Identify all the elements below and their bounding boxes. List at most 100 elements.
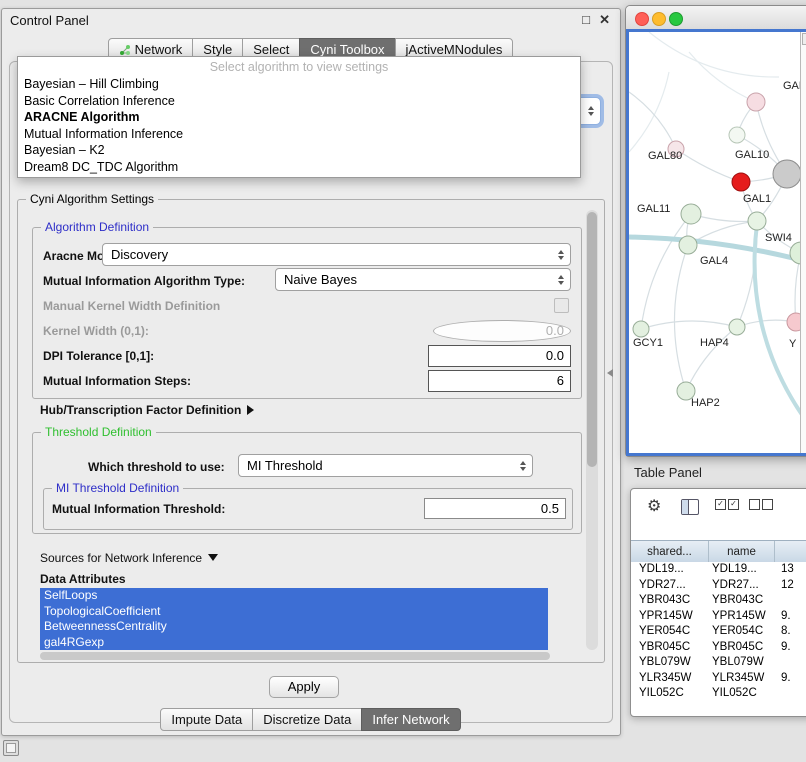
table-row[interactable]: YBR043CYBR043C <box>631 593 806 609</box>
column-header[interactable]: name <box>709 541 775 562</box>
which-threshold-label: Which threshold to use: <box>88 460 225 474</box>
table-row[interactable]: YLR345WYLR345W9. <box>631 671 806 687</box>
kernel-width-field[interactable]: 0.0 <box>433 320 571 342</box>
tab-impute-data[interactable]: Impute Data <box>160 708 253 731</box>
network-node[interactable] <box>729 127 745 143</box>
table-panel-title: Table Panel <box>634 465 702 480</box>
cyni-bottom-tabbar: Impute Data Discretize Data Infer Networ… <box>2 708 620 731</box>
network-node[interactable] <box>633 321 649 337</box>
which-threshold-value: MI Threshold <box>247 458 323 473</box>
table-cell: YBR043C <box>708 593 773 609</box>
float-window-icon[interactable]: □ <box>582 12 590 27</box>
table-cell: YIL052C <box>631 686 708 702</box>
attribute-item[interactable]: SelfLoops <box>40 588 548 604</box>
deselect-all-icon[interactable] <box>749 499 773 510</box>
algorithm-option[interactable]: Bayesian – K2 <box>18 142 580 159</box>
mi-steps-label: Mutual Information Steps: <box>43 374 191 388</box>
network-node[interactable] <box>681 204 701 224</box>
table-row[interactable]: YDR27...YDR27...12 <box>631 578 806 594</box>
network-node[interactable] <box>787 313 801 331</box>
table-row[interactable]: YBL079WYBL079W <box>631 655 806 671</box>
algorithm-option[interactable]: Bayesian – Hill Climbing <box>18 76 580 93</box>
mi-threshold-field[interactable]: 0.5 <box>424 498 566 519</box>
algorithm-option[interactable]: Dream8 DC_TDC Algorithm <box>18 159 580 176</box>
table-row[interactable]: YIL052CYIL052C <box>631 686 806 702</box>
combo-arrows-icon <box>588 106 594 116</box>
network-vertical-scrollbar[interactable] <box>800 32 806 453</box>
column-header[interactable]: shared... <box>631 541 709 562</box>
settings-vertical-scrollbar[interactable] <box>586 210 598 650</box>
table-row[interactable]: YBR045CYBR045C9. <box>631 640 806 656</box>
splitter-arrow[interactable] <box>607 369 613 377</box>
network-edge <box>641 321 737 329</box>
algorithm-dropdown-popup: Select algorithm to view settings Bayesi… <box>17 56 581 178</box>
network-node[interactable] <box>729 319 745 335</box>
table-row[interactable]: YER054CYER054C8. <box>631 624 806 640</box>
table-cell: YER054C <box>631 624 708 640</box>
apply-button[interactable]: Apply <box>269 676 339 698</box>
mi-steps-field[interactable]: 6 <box>428 370 571 392</box>
hub-section-toggle[interactable]: Hub/Transcription Factor Definition <box>40 403 254 417</box>
mi-type-label: Mutual Information Algorithm Type: <box>43 274 245 288</box>
zoom-traffic-light[interactable] <box>669 12 683 26</box>
network-node[interactable] <box>748 212 766 230</box>
attribute-item[interactable]: gal4RGexp <box>40 635 548 651</box>
table-cell <box>773 655 806 671</box>
network-tab-icon <box>119 44 131 56</box>
column-layout-icon[interactable] <box>681 499 699 515</box>
manual-kernel-checkbox[interactable] <box>554 298 569 313</box>
table-cell: YDL19... <box>631 562 708 578</box>
close-traffic-light[interactable] <box>635 12 649 26</box>
collapsed-panel-icon[interactable] <box>3 740 19 756</box>
network-node[interactable] <box>747 93 765 111</box>
network-window-titlebar[interactable] <box>626 6 806 30</box>
aracne-mode-combo[interactable]: Discovery <box>102 243 571 266</box>
node-label: GAL10 <box>735 149 769 161</box>
table-cell: YBR045C <box>708 640 773 656</box>
minimize-traffic-light[interactable] <box>652 12 666 26</box>
algorithm-option[interactable]: Mutual Information Inference <box>18 126 580 143</box>
attribute-item[interactable]: BetweennessCentrality <box>40 619 548 635</box>
node-label: HAP4 <box>700 337 729 349</box>
network-edge <box>676 149 741 182</box>
which-threshold-combo[interactable]: MI Threshold <box>238 454 533 477</box>
attribute-item[interactable]: TopologicalCoefficient <box>40 604 548 620</box>
control-panel-titlebar[interactable]: Control Panel □ ✕ <box>2 9 620 31</box>
table-row[interactable]: YPR145WYPR145W9. <box>631 609 806 625</box>
network-canvas[interactable]: GALGAL80GAL10GAL11GAL1SWI4GAL4GCY1HAP4YH… <box>629 32 801 453</box>
network-node[interactable] <box>773 160 801 188</box>
network-node[interactable] <box>679 236 697 254</box>
algorithm-option[interactable]: ARACNE Algorithm <box>18 109 580 126</box>
hub-section-label: Hub/Transcription Factor Definition <box>40 403 241 417</box>
mi-type-combo[interactable]: Naive Bayes <box>275 268 571 291</box>
table-cell: 8. <box>773 624 806 640</box>
sources-section-toggle[interactable]: Sources for Network Inference <box>40 551 218 565</box>
mi-type-value: Naive Bayes <box>284 272 357 287</box>
table-cell: YBR045C <box>631 640 708 656</box>
table-cell: YDR27... <box>631 578 708 594</box>
attributes-horizontal-scrollbar[interactable] <box>40 652 550 660</box>
column-header[interactable] <box>775 541 806 562</box>
close-icon[interactable]: ✕ <box>599 12 610 28</box>
mi-threshold-group: MI Threshold Definition Mutual Informati… <box>43 488 573 530</box>
dpi-tolerance-field[interactable]: 0.0 <box>428 345 571 367</box>
scrollbar-corner-box[interactable] <box>802 33 806 45</box>
tab-discretize-data[interactable]: Discretize Data <box>252 708 362 731</box>
table-cell: 9. <box>773 609 806 625</box>
dropdown-placeholder: Select algorithm to view settings <box>18 59 580 76</box>
table-cell: YLR345W <box>631 671 708 687</box>
scrollbar-thumb[interactable] <box>587 212 597 467</box>
tab-infer-network[interactable]: Infer Network <box>361 708 460 731</box>
table-toolbar: ⚙ ✓✓ <box>631 489 806 529</box>
algorithm-option[interactable]: Basic Correlation Inference <box>18 93 580 110</box>
algorithm-definition-legend: Algorithm Definition <box>41 220 153 234</box>
table-row[interactable]: YDL19...YDL19...13 <box>631 562 806 578</box>
table-cell: YIL052C <box>708 686 773 702</box>
table-cell: YER054C <box>708 624 773 640</box>
combo-arrows-icon <box>558 250 564 260</box>
node-label: GCY1 <box>633 337 663 349</box>
select-all-icon[interactable]: ✓✓ <box>715 499 739 510</box>
gear-icon[interactable]: ⚙ <box>647 496 661 516</box>
network-node[interactable] <box>732 173 750 191</box>
kernel-width-label: Kernel Width (0,1): <box>43 324 149 338</box>
